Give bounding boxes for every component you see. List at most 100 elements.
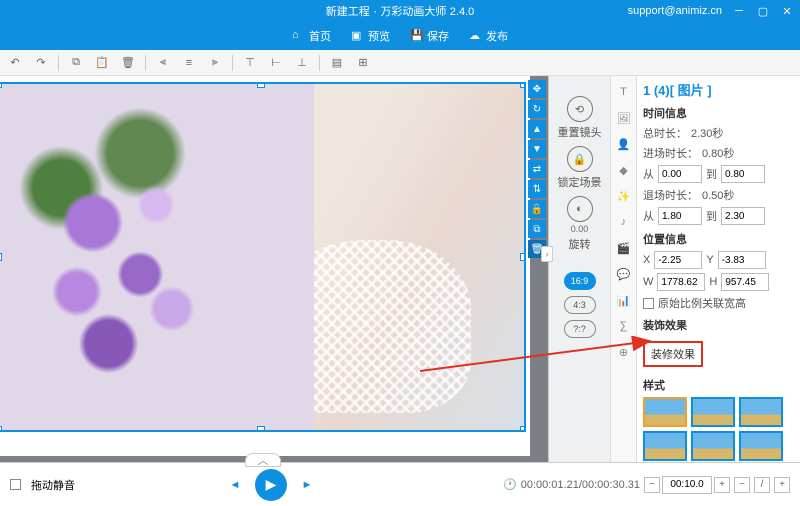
aspect-lock-checkbox[interactable] (643, 298, 654, 309)
titlebar: 新建工程 · 万彩动画大师 2.4.0 support@animiz.cn ─ … (0, 0, 800, 22)
image-asset-icon[interactable]: 🖼 (616, 110, 632, 126)
align-middle-button[interactable]: ⊢ (267, 54, 285, 72)
lock-tool[interactable]: 🔒 (528, 200, 546, 218)
copy-button[interactable]: ⧉ (67, 54, 85, 72)
position-section-header: 位置信息 (643, 231, 794, 247)
style-thumb-6[interactable] (739, 431, 783, 461)
zoom-out-button[interactable]: − (734, 477, 750, 493)
decor-section-header: 装饰效果 (643, 317, 794, 333)
time-section-header: 时间信息 (643, 105, 794, 121)
close-button[interactable]: ✕ (780, 4, 794, 18)
collapse-panel-button[interactable]: › (541, 246, 553, 262)
publish-button[interactable]: ☁发布 (469, 28, 508, 44)
save-button[interactable]: 💾保存 (410, 28, 449, 44)
rotate-control[interactable]: ◐ 0.00 旋转 (567, 196, 593, 252)
width-input[interactable] (657, 273, 705, 291)
style-thumb-3[interactable] (739, 397, 783, 427)
zoom-in-button[interactable]: + (774, 477, 790, 493)
align-left-button[interactable]: ⫷ (154, 54, 172, 72)
play-button[interactable]: ▶ (255, 469, 287, 501)
total-duration: 2.30秒 (691, 125, 723, 141)
flip-v-tool[interactable]: ⇅ (528, 180, 546, 198)
copy-tool[interactable]: ⧉ (528, 220, 546, 238)
asset-strip: T 🖼 👤 ◆ ✨ ♪ 🎬 💬 📊 ∑ ⊕ (610, 76, 636, 462)
enter-duration: 0.80秒 (702, 145, 734, 161)
ratio-4-3-button[interactable]: 4:3 (564, 296, 596, 314)
style-section-header: 样式 (643, 377, 794, 393)
style-thumb-5[interactable] (691, 431, 735, 461)
text-asset-icon[interactable]: T (616, 84, 632, 100)
redo-button[interactable]: ↷ (32, 54, 50, 72)
group-button[interactable]: ⊞ (354, 54, 372, 72)
video-asset-icon[interactable]: 🎬 (616, 240, 632, 256)
next-frame-button[interactable]: ► (297, 475, 317, 495)
exit-duration: 0.50秒 (702, 187, 734, 203)
toolbar: ↶ ↷ ⧉ 📋 🗑 ⫷ ≡ ⫸ ⊤ ⊢ ⊥ ▤ ⊞ (0, 50, 800, 76)
height-input[interactable] (721, 273, 769, 291)
align-right-button[interactable]: ⫸ (206, 54, 224, 72)
expand-timeline-button[interactable]: ︿ (245, 453, 281, 467)
minimize-button[interactable]: ─ (732, 4, 746, 18)
window-title: 新建工程 · 万彩动画大师 2.4.0 (326, 3, 474, 19)
more-asset-icon[interactable]: ⊕ (616, 344, 632, 360)
time-input[interactable] (662, 476, 712, 494)
exit-from-input[interactable] (658, 207, 702, 225)
style-thumb-4[interactable] (643, 431, 687, 461)
canvas (0, 76, 530, 456)
layer-button[interactable]: ▤ (328, 54, 346, 72)
ratio-custom-button[interactable]: ?:? (564, 320, 596, 338)
effect-asset-icon[interactable]: ✨ (616, 188, 632, 204)
formula-asset-icon[interactable]: ∑ (616, 318, 632, 334)
undo-button[interactable]: ↶ (6, 54, 24, 72)
mute-checkbox[interactable] (10, 479, 21, 490)
preview-button[interactable]: ▣预览 (351, 28, 390, 44)
properties-panel: 1 (4)[ 图片 ] 时间信息 总时长：2.30秒 进场时长：0.80秒 从 … (636, 76, 800, 462)
rotate-icon: ◐ (576, 203, 583, 215)
align-top-button[interactable]: ⊤ (241, 54, 259, 72)
camera-panel: › ⟲ 重置镜头 🔒 锁定场景 ◐ 0.00 旋转 16:9 4:3 ?:? (548, 76, 610, 462)
rotate-tool[interactable]: ↻ (528, 100, 546, 118)
selected-image[interactable] (0, 82, 526, 432)
style-thumb-1[interactable] (643, 397, 687, 427)
ratio-16-9-button[interactable]: 16:9 (564, 272, 596, 290)
exit-to-input[interactable] (721, 207, 765, 225)
timeline-bar: ︿ 拖动静音 ◄ ▶ ► 🕐 00:00:01.21/00:00:30.31 −… (0, 462, 800, 506)
style-thumb-2[interactable] (691, 397, 735, 427)
align-bottom-button[interactable]: ⊥ (293, 54, 311, 72)
callout-asset-icon[interactable]: 💬 (616, 266, 632, 282)
style-thumbnails (643, 397, 794, 461)
enter-from-input[interactable] (658, 165, 702, 183)
main-area: ✥ ↻ ▲ ▼ ⇄ ⇅ 🔒 ⧉ 🗑 › ⟲ 重置镜头 🔒 锁定场景 ◐ 0.00… (0, 76, 800, 462)
shape-asset-icon[interactable]: ◆ (616, 162, 632, 178)
move-tool[interactable]: ✥ (528, 80, 546, 98)
time-readout: 00:00:01.21/00:00:30.31 (521, 479, 640, 491)
y-input[interactable] (718, 251, 766, 269)
enter-to-input[interactable] (721, 165, 765, 183)
canvas-side-toolbar: ✥ ↻ ▲ ▼ ⇄ ⇅ 🔒 ⧉ 🗑 (528, 76, 548, 462)
panel-title: 1 (4)[ 图片 ] (643, 80, 794, 99)
camera-icon: ⟲ (575, 103, 584, 116)
time-minus-button[interactable]: − (644, 477, 660, 493)
support-link[interactable]: support@animiz.cn (628, 5, 722, 17)
canvas-area[interactable]: ✥ ↻ ▲ ▼ ⇄ ⇅ 🔒 ⧉ 🗑 (0, 76, 548, 462)
align-center-button[interactable]: ≡ (180, 54, 198, 72)
zoom-fit-button[interactable]: / (754, 477, 770, 493)
clock-icon: 🕐 (503, 478, 517, 491)
maximize-button[interactable]: ▢ (756, 4, 770, 18)
flip-h-tool[interactable]: ⇄ (528, 160, 546, 178)
paste-button[interactable]: 📋 (93, 54, 111, 72)
layer-down-tool[interactable]: ▼ (528, 140, 546, 158)
prev-frame-button[interactable]: ◄ (225, 475, 245, 495)
reset-camera-button[interactable]: ⟲ 重置镜头 (558, 96, 602, 140)
chart-asset-icon[interactable]: 📊 (616, 292, 632, 308)
home-button[interactable]: ⌂首页 (292, 28, 331, 44)
decor-effect-button[interactable]: 装修效果 (643, 341, 703, 367)
delete-button[interactable]: 🗑 (119, 54, 137, 72)
time-plus-button[interactable]: + (714, 477, 730, 493)
layer-up-tool[interactable]: ▲ (528, 120, 546, 138)
lock-icon: 🔒 (573, 153, 587, 166)
music-asset-icon[interactable]: ♪ (616, 214, 632, 230)
x-input[interactable] (654, 251, 702, 269)
people-asset-icon[interactable]: 👤 (616, 136, 632, 152)
lock-scene-button[interactable]: 🔒 锁定场景 (558, 146, 602, 190)
